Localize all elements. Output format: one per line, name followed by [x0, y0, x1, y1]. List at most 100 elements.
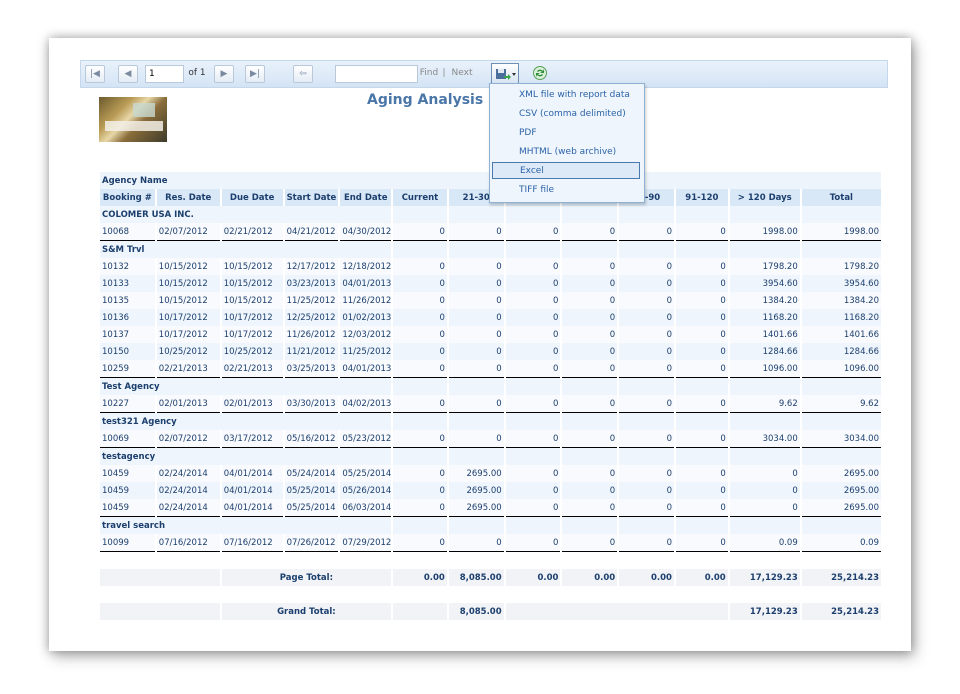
table-cell: 0: [393, 343, 447, 360]
group-blank-cell: [729, 413, 800, 430]
export-button[interactable]: [491, 63, 519, 84]
back-to-parent-icon[interactable]: ⇦: [293, 65, 313, 83]
table-cell: 0: [448, 275, 504, 292]
table-cell: 0: [393, 395, 447, 413]
agency-name: test321 Agency: [100, 413, 392, 430]
table-row: 10069 02/07/2012 03/17/2012 05/16/2012 05/23…: [100, 430, 881, 448]
grand-total-current: [393, 603, 447, 620]
table-cell: 0: [505, 360, 561, 378]
table-cell: 02/21/2013: [156, 360, 220, 378]
find-separator: |: [442, 68, 446, 78]
table-cell: 0: [562, 534, 618, 552]
group-blank-cell: [729, 241, 800, 258]
table-cell: 02/24/2014: [156, 465, 220, 482]
table-cell: 10259: [100, 360, 155, 378]
table-cell: 0: [619, 499, 674, 517]
group-blank-cell: [448, 413, 504, 430]
table-cell: 04/01/2014: [221, 482, 283, 499]
table-cell: 0: [393, 223, 447, 241]
table-cell: 07/16/2012: [221, 534, 283, 552]
group-blank-cell: [448, 378, 504, 395]
table-cell: 0: [393, 482, 447, 499]
table-cell: 0: [619, 326, 674, 343]
table-cell: 10136: [100, 309, 155, 326]
grand-total-21-30: 8,085.00: [448, 603, 504, 620]
export-menu-item[interactable]: XML file with report data: [492, 86, 640, 103]
table-cell: 1798.20: [729, 258, 800, 275]
table-cell: 3034.00: [729, 430, 800, 448]
table-cell: 03/30/2013: [284, 395, 339, 413]
table-cell: 0: [675, 430, 728, 448]
table-cell: 10227: [100, 395, 155, 413]
table-cell: 0: [675, 499, 728, 517]
table-cell: 1384.20: [729, 292, 800, 309]
page-total-46-60: 0.00: [562, 569, 618, 586]
table-row: 10132 10/15/2012 10/15/2012 12/17/2012 12/18…: [100, 258, 881, 275]
page-total-row: Page Total: 0.00 8,085.00 0.00 0.00 0.00 0.00 1…: [100, 569, 881, 586]
column-header: Due Date: [221, 189, 283, 206]
table-cell: 0: [393, 275, 447, 292]
next-link[interactable]: Next: [449, 65, 475, 81]
find-link[interactable]: Find: [418, 65, 440, 81]
table-cell: 05/16/2012: [284, 430, 339, 448]
find-text-input[interactable]: [335, 65, 418, 83]
table-row: 10459 02/24/2014 04/01/2014 05/24/2014 05/25…: [100, 465, 881, 482]
table-cell: 10135: [100, 292, 155, 309]
table-cell: 10/17/2012: [221, 309, 283, 326]
table-cell: 0: [505, 430, 561, 448]
table-cell: 0: [562, 275, 618, 292]
group-blank-cell: [562, 413, 618, 430]
export-menu-item[interactable]: Excel: [492, 162, 640, 179]
table-cell: 1401.66: [729, 326, 800, 343]
report-page: |◀ ◀ 1 of 1 ▶ ▶| ⇦ Find | Next Aging Ana…: [49, 38, 911, 651]
group-blank-cell: [801, 241, 881, 258]
table-cell: 0: [562, 499, 618, 517]
spacer-cell: [100, 552, 881, 569]
group-blank-cell: [619, 241, 674, 258]
table-cell: 04/01/2014: [221, 499, 283, 517]
group-blank-cell: [801, 206, 881, 223]
page-number-input[interactable]: 1: [145, 65, 184, 83]
report-title: Aging Analysis De: [367, 92, 510, 108]
restaurant-photo: [99, 97, 167, 142]
table-cell: 0: [729, 482, 800, 499]
group-blank-cell: [729, 448, 800, 465]
agency-group-row: travel search: [100, 517, 881, 534]
table-cell: 0: [675, 534, 728, 552]
table-cell: 1284.66: [729, 343, 800, 360]
table-cell: 0: [393, 309, 447, 326]
table-cell: 05/23/2012: [340, 430, 392, 448]
page-total-31-45: 0.00: [505, 569, 561, 586]
first-page-icon[interactable]: |◀: [85, 65, 105, 83]
export-menu-item[interactable]: PDF: [492, 124, 640, 141]
export-menu-item[interactable]: CSV (comma delimited): [492, 105, 640, 122]
page-total-91-120: 0.00: [675, 569, 728, 586]
group-blank-cell: [675, 448, 728, 465]
page-total-over-120: 17,129.23: [729, 569, 800, 586]
table-cell: 02/01/2013: [156, 395, 220, 413]
agency-name: S&M Trvl: [100, 241, 392, 258]
previous-page-icon[interactable]: ◀: [118, 65, 138, 83]
table-cell: 0: [619, 275, 674, 292]
agency-group-row: COLOMER USA INC.: [100, 206, 881, 223]
refresh-icon[interactable]: [531, 65, 549, 81]
agency-group-row: test321 Agency: [100, 413, 881, 430]
table-cell: 0: [619, 258, 674, 275]
last-page-icon[interactable]: ▶|: [245, 65, 265, 83]
table-cell: 3954.60: [729, 275, 800, 292]
page-count-label: of 1: [188, 68, 206, 78]
table-cell: 0: [393, 360, 447, 378]
group-blank-cell: [505, 241, 561, 258]
next-page-icon[interactable]: ▶: [214, 65, 234, 83]
table-cell: 0: [448, 292, 504, 309]
table-cell: 0: [505, 343, 561, 360]
gap-cell: [100, 586, 881, 603]
group-blank-cell: [675, 413, 728, 430]
table-cell: 2695.00: [448, 499, 504, 517]
group-blank-cell: [393, 378, 447, 395]
export-menu-item[interactable]: MHTML (web archive): [492, 143, 640, 160]
table-row: 10259 02/21/2013 02/21/2013 03/25/2013 04/01…: [100, 360, 881, 378]
group-blank-cell: [562, 448, 618, 465]
export-menu-item[interactable]: TIFF file: [492, 181, 640, 198]
column-header: > 120 Days: [729, 189, 800, 206]
